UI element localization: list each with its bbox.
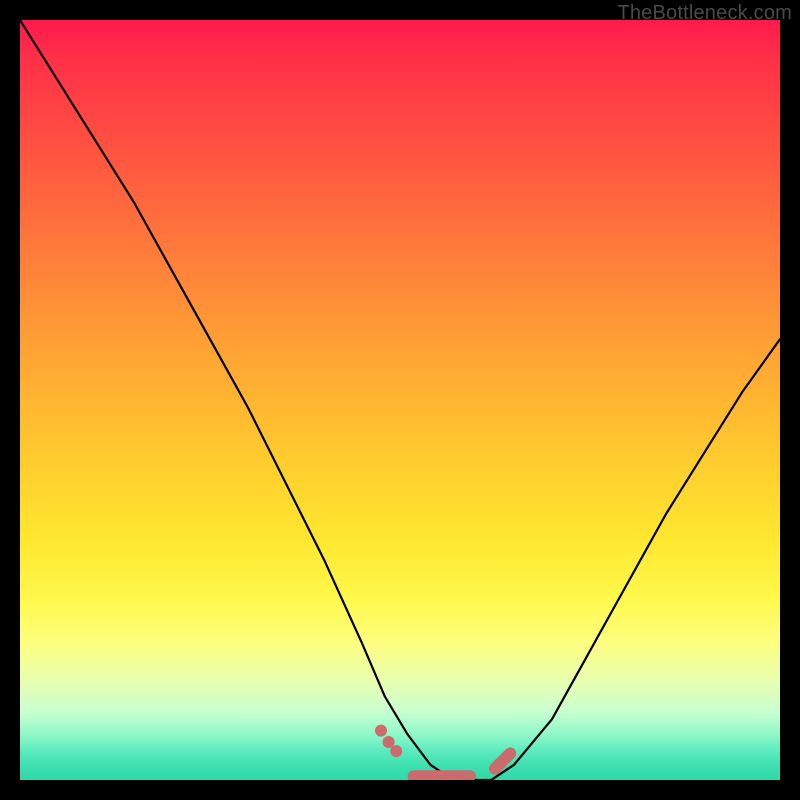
marker-right-bar	[495, 753, 510, 768]
plot-area	[20, 20, 780, 780]
marker-dot	[375, 725, 387, 737]
curve-svg	[20, 20, 780, 780]
chart-frame: TheBottleneck.com	[0, 0, 800, 800]
watermark-text: TheBottleneck.com	[617, 2, 792, 25]
marker-dot	[390, 745, 402, 757]
marker-trough-bar	[408, 770, 476, 780]
curve-markers	[375, 725, 510, 780]
bottleneck-curve-path	[20, 20, 780, 780]
